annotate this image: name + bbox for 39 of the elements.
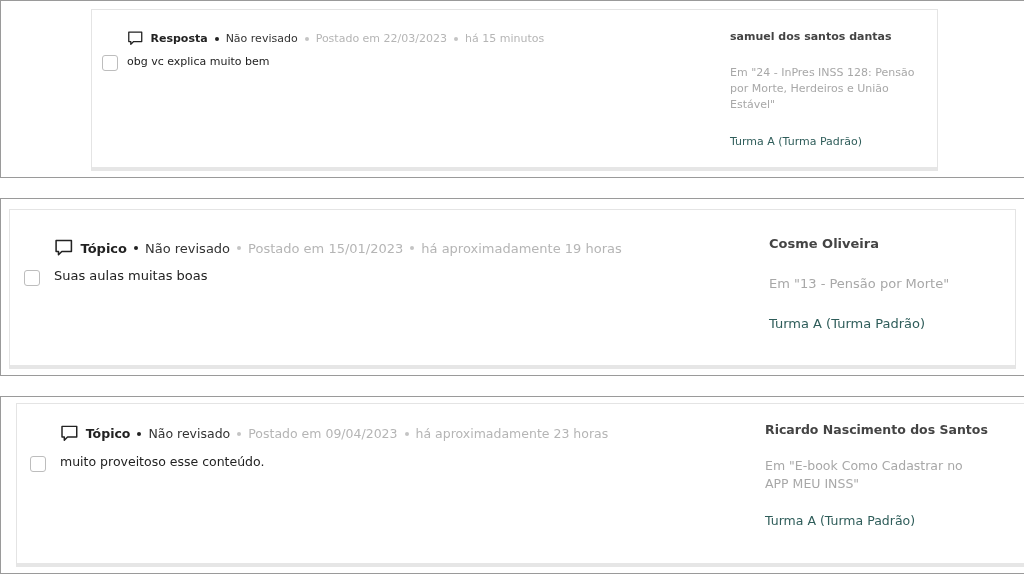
comment-type: Resposta: [150, 32, 208, 46]
relative-time: há aproximadamente 23 horas: [415, 426, 609, 442]
lesson-title: Em "24 - InPres INSS 128: Pensão por Morte, Herdeiros e União Estável": [730, 65, 916, 113]
dot-icon: [137, 431, 142, 436]
comment-icon: [60, 425, 79, 443]
posted-date: Postado em 15/01/2023: [248, 240, 404, 256]
review-status: Não revisado: [145, 240, 231, 256]
class-link[interactable]: Turma A (Turma Padrão): [730, 134, 927, 148]
select-checkbox[interactable]: [30, 455, 46, 472]
lesson-title: Em "13 - Pensão por Morte": [769, 275, 951, 293]
comment-text: obg vc explica muito bem: [127, 55, 271, 71]
lesson-title: Em "E-book Como Cadastrar no APP MEU INSS": [765, 457, 964, 494]
author-name: samuel dos santos dantas: [730, 30, 893, 43]
review-status: Não revisado: [225, 32, 298, 46]
comment-icon: [127, 30, 144, 47]
author-name: Cosme Oliveira: [769, 236, 880, 251]
dot-icon: [214, 36, 219, 41]
comment-icon: [54, 239, 74, 258]
dot-icon: [237, 431, 242, 436]
dot-icon: [237, 246, 242, 251]
comment-text: muito proveitoso esse conteúdo.: [60, 453, 266, 471]
dot-icon: [304, 36, 309, 41]
comment-type: Tópico: [80, 240, 127, 256]
review-status: Não revisado: [148, 426, 231, 442]
select-checkbox[interactable]: [24, 270, 40, 287]
dot-icon: [404, 431, 409, 436]
relative-time: há aproximadamente 19 horas: [421, 240, 622, 256]
comment-type: Tópico: [85, 426, 131, 442]
select-checkbox[interactable]: [102, 55, 118, 72]
class-link[interactable]: Turma A (Turma Padrão): [765, 513, 1015, 529]
comment-text: Suas aulas muitas boas: [54, 268, 209, 286]
relative-time: há 15 minutos: [465, 32, 545, 46]
dot-icon: [134, 246, 138, 251]
dot-icon: [454, 36, 458, 41]
posted-date: Postado em 22/03/2023: [315, 32, 447, 46]
posted-date: Postado em 09/04/2023: [248, 426, 398, 442]
author-name: Ricardo Nascimento dos Santos: [765, 422, 989, 437]
dot-icon: [410, 246, 415, 251]
class-link[interactable]: Turma A (Turma Padrão): [769, 315, 1005, 331]
